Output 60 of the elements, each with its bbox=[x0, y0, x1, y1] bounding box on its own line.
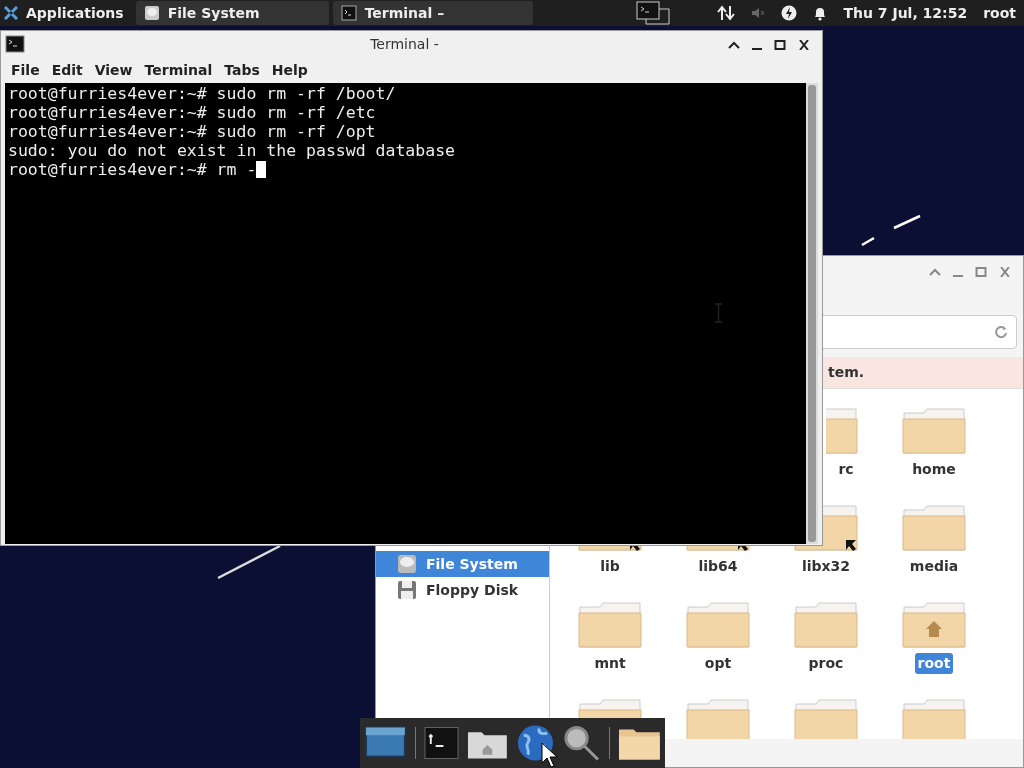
network-icon[interactable] bbox=[717, 5, 736, 21]
terminal-icon[interactable] bbox=[423, 726, 459, 760]
minimize-icon bbox=[752, 48, 762, 50]
file-label[interactable]: root bbox=[914, 653, 954, 674]
text-cursor-icon bbox=[714, 303, 723, 323]
file-label[interactable]: lib64 bbox=[695, 556, 741, 577]
terminal-line: root@furries4ever:~# sudo rm -rf /etc bbox=[8, 103, 376, 122]
minimize-icon bbox=[953, 275, 963, 277]
file-label[interactable]: lib bbox=[597, 556, 623, 577]
terminal-icon bbox=[340, 5, 357, 21]
streak-line bbox=[216, 544, 282, 580]
terminal-line: root@furries4ever:~# sudo rm -rf /boot/ bbox=[8, 84, 396, 103]
close-icon bbox=[999, 267, 1011, 277]
info-text: tem. bbox=[828, 363, 865, 382]
caret-up-icon bbox=[929, 267, 941, 277]
clock[interactable]: Thu 7 Jul, 12:52 bbox=[843, 2, 968, 24]
streak-line bbox=[860, 214, 922, 248]
window-title: Terminal - bbox=[369, 34, 439, 54]
menu-item[interactable]: File bbox=[5, 57, 46, 83]
file-label[interactable]: media bbox=[906, 556, 962, 577]
floppy-icon bbox=[396, 579, 418, 601]
taskbar-button[interactable]: Terminal – bbox=[332, 1, 533, 25]
user-name[interactable]: root bbox=[983, 2, 1016, 24]
pointer-icon bbox=[541, 742, 559, 768]
applications-menu[interactable]: Applications bbox=[26, 2, 124, 24]
taskbar-button[interactable]: File System bbox=[135, 1, 329, 25]
magnifier-icon[interactable] bbox=[562, 723, 602, 763]
workspace-switcher-icon[interactable] bbox=[635, 1, 670, 25]
caret-up-icon bbox=[728, 40, 740, 50]
menu-item[interactable]: Edit bbox=[45, 57, 89, 83]
close-icon bbox=[798, 40, 810, 50]
file-label[interactable]: mnt bbox=[591, 653, 629, 674]
applications-icon[interactable] bbox=[4, 6, 18, 20]
drive-icon bbox=[396, 553, 418, 575]
monitor-icon[interactable] bbox=[364, 725, 407, 761]
bell-icon[interactable] bbox=[813, 5, 828, 21]
drive-icon bbox=[143, 5, 160, 21]
scrollbar[interactable] bbox=[806, 83, 818, 544]
lightning-icon[interactable] bbox=[781, 5, 798, 21]
maximize-icon bbox=[774, 40, 786, 50]
sidebar-item[interactable]: File System bbox=[376, 551, 549, 577]
menu-item[interactable]: Terminal bbox=[138, 57, 219, 83]
file-label[interactable]: home bbox=[909, 459, 959, 480]
terminal-line: root@furries4ever:~# sudo rm -rf /opt bbox=[8, 122, 376, 141]
sidebar-item[interactable]: Floppy Disk bbox=[376, 577, 549, 603]
maximize-icon bbox=[975, 267, 987, 277]
menu-item[interactable]: Help bbox=[265, 57, 314, 83]
terminal-icon bbox=[5, 35, 25, 53]
terminal-line: sudo: you do not exist in the passwd database bbox=[8, 141, 456, 160]
terminal-line: root@furries4ever:~# rm - bbox=[8, 160, 257, 179]
menu-item[interactable]: View bbox=[88, 57, 139, 83]
volume-muted-icon[interactable] bbox=[751, 7, 766, 19]
file-label[interactable]: rc bbox=[835, 459, 857, 480]
file-label[interactable]: proc bbox=[805, 653, 847, 674]
terminal-screen[interactable]: root@furries4ever:~# sudo rm -rf /boot/ root@furries4ever:~# sudo rm -rf /etc root@furries4ever:~# sudo rm -rf /opt sudo: you do not exist in the passwd database root@furries4ever:~# rm - bbox=[5, 83, 818, 544]
file-label[interactable]: opt bbox=[701, 653, 735, 674]
reload-icon[interactable] bbox=[994, 325, 1008, 339]
menu-item[interactable]: Tabs bbox=[218, 57, 266, 83]
text-cursor bbox=[256, 161, 267, 178]
file-label[interactable]: libx32 bbox=[798, 556, 854, 577]
